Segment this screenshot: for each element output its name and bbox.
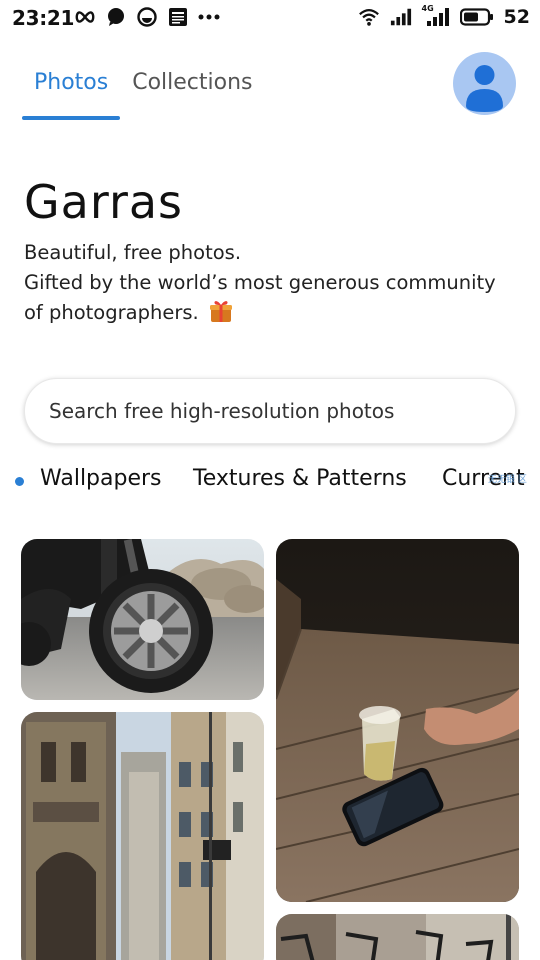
- photo-bicycles[interactable]: [276, 914, 519, 960]
- signal-icon: [390, 6, 412, 28]
- street-photo-icon: [21, 712, 264, 960]
- gift-icon: [209, 299, 233, 332]
- photo-glass-phone[interactable]: [276, 539, 519, 902]
- news-icon: [167, 6, 189, 28]
- glass-photo-icon: [276, 539, 519, 902]
- tab-photos[interactable]: Photos: [22, 60, 121, 120]
- avatar[interactable]: [453, 52, 516, 115]
- more-dots-icon: [198, 6, 220, 28]
- pie-icon: [136, 6, 158, 28]
- hero-subtitle: Beautiful, free photos. Gifted by the wo…: [24, 238, 514, 332]
- battery-icon: [459, 6, 494, 28]
- motorcycle-photo-icon: [21, 539, 264, 700]
- status-bar: 23:21 4G 52: [0, 0, 540, 36]
- hero-line-2: Gifted by the world’s most generous comm…: [24, 271, 496, 324]
- status-time: 23:21: [12, 6, 75, 30]
- tab-collections[interactable]: Collections: [120, 60, 264, 120]
- topic-strip: Wallpapers Textures & Patterns Current: [0, 460, 540, 504]
- signal-4g-icon: 4G: [421, 4, 450, 28]
- wifi-icon: [358, 6, 380, 28]
- active-topic-dot-icon: [15, 477, 24, 486]
- photo-city-street[interactable]: [21, 712, 264, 960]
- search-input[interactable]: Search free high-resolution photos: [49, 399, 394, 423]
- topic-textures-patterns[interactable]: Textures & Patterns: [193, 466, 407, 491]
- network-type-label: 4G: [421, 4, 434, 13]
- photo-motorcycle[interactable]: [21, 539, 264, 700]
- watermark: 无无银 区: [488, 475, 527, 485]
- user-icon: [466, 65, 503, 112]
- bikes-photo-icon: [276, 914, 519, 960]
- topic-wallpapers[interactable]: Wallpapers: [40, 466, 162, 491]
- battery-percent: 52: [503, 6, 530, 28]
- infinity-icon: [74, 6, 96, 28]
- search-bar[interactable]: Search free high-resolution photos: [24, 378, 516, 444]
- hero-line-1: Beautiful, free photos.: [24, 241, 242, 264]
- tab-bar: Photos Collections: [22, 60, 265, 122]
- chat-bubble-icon: [105, 6, 127, 28]
- page-title: Garras: [24, 175, 184, 229]
